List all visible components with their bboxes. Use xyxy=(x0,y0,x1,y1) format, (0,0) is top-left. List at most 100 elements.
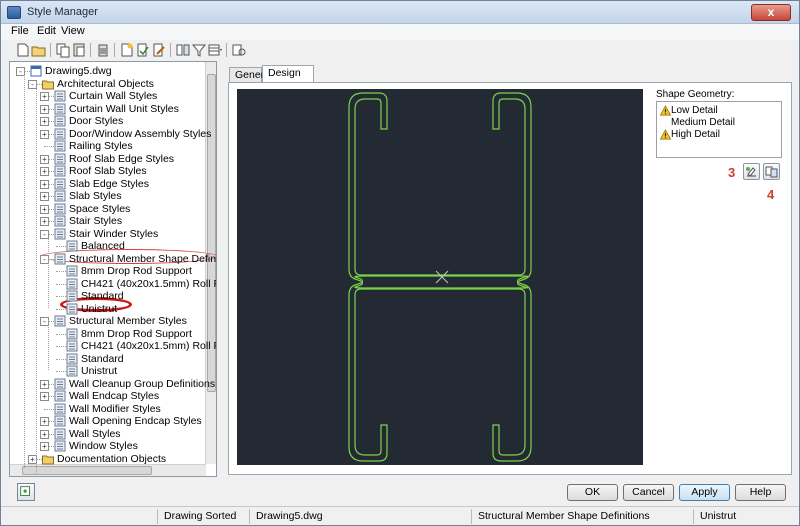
tree-item-label: Stair Winder Styles xyxy=(69,227,159,240)
status-file: Drawing5.dwg xyxy=(249,509,471,524)
toolbar xyxy=(1,40,799,60)
set-from-icon[interactable] xyxy=(135,42,151,58)
paste-icon[interactable] xyxy=(71,42,87,58)
tree-horizontal-scroll-thumb[interactable] xyxy=(22,466,152,475)
window-title: Style Manager xyxy=(27,6,98,18)
tree-item-label: Door Styles xyxy=(69,115,124,127)
status-bar: Drawing Sorted Drawing5.dwg Structural M… xyxy=(1,506,799,525)
tree-item-label: Roof Slab Edge Styles xyxy=(69,152,175,165)
style-tree[interactable]: Drawing5.dwg - Architectural Objects - Curta… xyxy=(9,61,217,477)
tree-item-label: Roof Slab Styles xyxy=(69,165,147,177)
tree-item-label: Structural Member Styles xyxy=(69,315,187,327)
copy-icon[interactable] xyxy=(55,42,71,58)
context-help-button[interactable] xyxy=(17,483,35,501)
edit-style-icon[interactable] xyxy=(151,42,167,58)
edit-geometry-button[interactable] xyxy=(763,163,780,180)
status-category: Structural Member Shape Definitions xyxy=(471,509,693,524)
expand-icon[interactable]: + xyxy=(40,379,49,389)
curtain-wall-unit-icon xyxy=(54,103,66,114)
annotation-four: 4 xyxy=(767,187,775,202)
door-window-assembly-icon xyxy=(54,128,66,139)
unistrut-shape-drawing xyxy=(348,92,532,462)
tree-item-label: Slab Styles xyxy=(69,190,122,202)
expand-icon[interactable]: + xyxy=(40,117,49,126)
tree-item-label: Railing Styles xyxy=(69,140,133,152)
menu-file[interactable]: File xyxy=(11,25,29,37)
warning-icon xyxy=(660,129,671,140)
structural-shape-icon xyxy=(66,278,78,289)
apply-button[interactable]: Apply xyxy=(679,484,730,501)
expand-icon[interactable]: + xyxy=(40,217,49,226)
expand-icon[interactable]: + xyxy=(40,192,49,201)
tree-item-label: Window Styles xyxy=(69,440,138,452)
shape-geometry-label: Shape Geometry: xyxy=(656,89,735,100)
cancel-button[interactable]: Cancel xyxy=(623,484,674,501)
tree-item-label: Wall Endcap Styles xyxy=(69,390,160,402)
style-manager-window: Style Manager x File Edit View Drawing5.… xyxy=(0,0,800,526)
status-sorting: Drawing Sorted xyxy=(157,509,249,524)
wall-modifier-icon xyxy=(54,403,66,414)
tab-general[interactable]: General xyxy=(229,67,272,83)
warning-icon xyxy=(660,105,671,116)
menu-view[interactable]: View xyxy=(61,25,85,37)
wall-icon xyxy=(54,428,66,439)
help-button[interactable]: Help xyxy=(735,484,786,501)
expand-icon[interactable]: + xyxy=(40,204,49,214)
filter-style-icon[interactable] xyxy=(191,42,207,58)
expand-icon[interactable]: + xyxy=(40,129,49,139)
ok-button[interactable]: OK xyxy=(567,484,618,501)
open-drawing-icon[interactable] xyxy=(31,42,47,58)
wall-cleanup-icon xyxy=(54,378,66,389)
new-style-icon[interactable] xyxy=(119,42,135,58)
app-icon xyxy=(7,6,21,19)
shape-geometry-list[interactable]: Low Detail Medium Detail High Detail xyxy=(656,101,782,158)
tree-item-label: Wall Styles xyxy=(69,427,121,440)
structural-member-icon xyxy=(66,365,78,377)
inspect-icon[interactable] xyxy=(231,42,247,58)
door-icon xyxy=(54,115,66,127)
tree-item-label: Wall Opening Endcap Styles xyxy=(69,415,202,427)
new-drawing-icon[interactable] xyxy=(15,42,31,58)
tree-item-label: Stair Styles xyxy=(69,215,123,227)
tree-item-label: Unistrut xyxy=(81,302,118,315)
folder-icon xyxy=(42,80,54,89)
stair-winder-icon xyxy=(54,228,66,239)
stair-winder-style-icon xyxy=(66,240,78,252)
structural-shape-icon xyxy=(66,290,78,302)
edit-geometry-icon xyxy=(765,166,778,178)
expand-icon[interactable]: + xyxy=(40,392,49,401)
structural-member-icon xyxy=(66,328,78,339)
tree-horizontal-scrollbar[interactable] xyxy=(10,464,206,476)
add-geometry-button[interactable] xyxy=(743,163,760,180)
expand-icon[interactable]: + xyxy=(40,154,49,164)
details-view-icon[interactable] xyxy=(207,42,223,58)
menu-edit[interactable]: Edit xyxy=(37,25,56,37)
tree-item-label: Slab Edge Styles xyxy=(69,177,149,190)
wall-opening-endcap-icon xyxy=(54,415,66,427)
structural-shape-icon xyxy=(54,253,66,264)
expand-icon[interactable]: + xyxy=(40,104,49,114)
roof-slab-edge-icon xyxy=(54,153,66,164)
shape-preview xyxy=(237,89,643,465)
expand-icon[interactable]: + xyxy=(40,179,49,189)
expand-icon[interactable]: + xyxy=(40,167,49,176)
expand-icon[interactable]: + xyxy=(40,442,49,451)
tree-item-label: Wall Cleanup Group Definitions xyxy=(69,377,216,390)
expand-icon[interactable]: + xyxy=(40,417,49,426)
tree-item-label: Standard xyxy=(81,290,124,302)
toggle-view-icon[interactable] xyxy=(175,42,191,58)
tree-item-label: Door/Window Assembly Styles xyxy=(69,127,212,140)
slab-icon xyxy=(54,190,66,202)
structural-member-icon xyxy=(54,315,66,327)
tree-item-label: 8mm Drop Rod Support xyxy=(81,327,192,340)
tree-item-label: Balanced xyxy=(81,240,125,252)
expand-icon[interactable]: + xyxy=(40,429,49,439)
purge-icon[interactable] xyxy=(95,42,111,58)
railing-icon xyxy=(54,140,66,152)
close-button[interactable]: x xyxy=(751,4,791,21)
tab-design-rules[interactable]: Design Rules xyxy=(262,65,314,94)
expand-icon[interactable]: + xyxy=(40,92,49,101)
tree-item-label: Curtain Wall Unit Styles xyxy=(69,102,179,115)
space-icon xyxy=(54,203,66,214)
tree-item-label: Drawing5.dwg xyxy=(45,65,112,77)
